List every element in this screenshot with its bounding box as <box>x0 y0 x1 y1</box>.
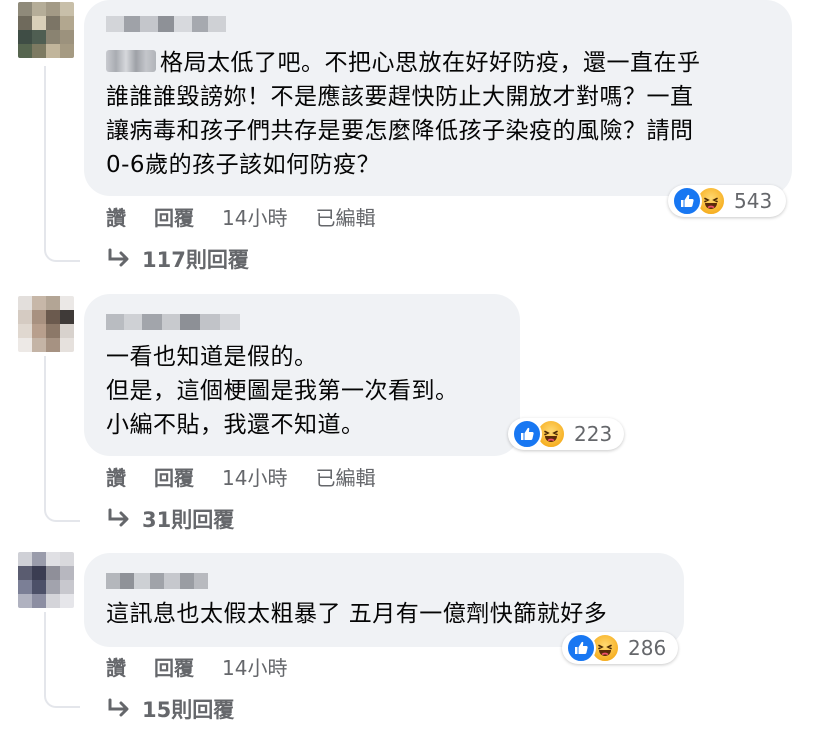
replies-count: 31則回覆 <box>142 508 235 532</box>
thread-line <box>44 356 46 506</box>
thumbs-up-icon <box>566 633 596 663</box>
edited-label: 已編輯 <box>315 466 376 490</box>
avatar[interactable] <box>18 2 74 58</box>
reaction-count: 223 <box>574 422 613 446</box>
timestamp[interactable]: 14小時 <box>222 202 287 231</box>
replies-count: 15則回覆 <box>142 698 235 722</box>
reply-action[interactable]: 回覆 <box>154 202 194 231</box>
comment-actions: 讚 回覆 14小時 <box>106 652 315 681</box>
reply-action[interactable]: 回覆 <box>154 462 194 491</box>
reactions-summary[interactable]: 286 <box>562 632 678 664</box>
comment-line: 小編不貼，我還不知道。 <box>106 412 365 438</box>
thumbs-up-icon <box>512 419 542 449</box>
reply-action[interactable]: 回覆 <box>154 652 194 681</box>
reactions-summary[interactable]: 543 <box>668 185 786 217</box>
thread-connector <box>44 506 80 522</box>
comment-actions: 讚 回覆 14小時 已編輯 <box>106 202 403 231</box>
view-replies-link[interactable]: 117則回覆 <box>106 244 249 274</box>
commenter-name[interactable] <box>106 16 226 32</box>
comment-text: 這訊息也太假太粗暴了 五月有一億劑快篩就好多 <box>106 597 607 631</box>
like-action[interactable]: 讚 <box>106 462 126 491</box>
reply-arrow-icon <box>108 508 129 527</box>
comment-text: 格局太低了吧。不把心思放在好好防疫，還一直在乎 誰誰誰毀謗妳！不是應該要趕快防止… <box>106 46 701 182</box>
view-replies-link[interactable]: 15則回覆 <box>106 694 234 724</box>
comment-actions: 讚 回覆 14小時 已編輯 <box>106 462 403 491</box>
avatar[interactable] <box>18 296 74 352</box>
comment-line: 0-6歲的孩子該如何防疫？ <box>106 152 381 178</box>
blurred-mention <box>106 50 156 72</box>
replies-count: 117則回覆 <box>142 248 249 272</box>
comment-text: 一看也知道是假的。 但是，這個梗圖是我第一次看到。 小編不貼，我還不知道。 <box>106 340 459 442</box>
comment-line: 一看也知道是假的。 <box>106 344 318 370</box>
view-replies-link[interactable]: 31則回覆 <box>106 504 234 534</box>
timestamp[interactable]: 14小時 <box>222 652 287 681</box>
edited-label: 已編輯 <box>315 206 376 230</box>
timestamp[interactable]: 14小時 <box>222 462 287 491</box>
reaction-count: 286 <box>628 636 667 660</box>
thumbs-up-icon <box>672 186 702 216</box>
comment-line: 但是，這個梗圖是我第一次看到。 <box>106 378 459 404</box>
reactions-summary[interactable]: 223 <box>508 418 624 450</box>
comment-bubble: 一看也知道是假的。 但是，這個梗圖是我第一次看到。 小編不貼，我還不知道。 <box>84 294 520 456</box>
comment-line: 格局太低了吧。不把心思放在好好防疫，還一直在乎 <box>160 50 701 76</box>
comment-bubble: 格局太低了吧。不把心思放在好好防疫，還一直在乎 誰誰誰毀謗妳！不是應該要趕快防止… <box>84 0 792 196</box>
comment-line: 誰誰誰毀謗妳！不是應該要趕快防止大開放才對嗎？一直 <box>106 84 694 110</box>
thread-line <box>44 612 46 692</box>
avatar[interactable] <box>18 552 74 608</box>
reaction-count: 543 <box>734 189 773 213</box>
thread-line <box>44 66 46 246</box>
thread-connector <box>44 692 80 708</box>
reply-arrow-icon <box>108 698 129 717</box>
reply-arrow-icon <box>108 248 129 267</box>
comment-line: 讓病毒和孩子們共存是要怎麼降低孩子染疫的風險？請問 <box>106 118 694 144</box>
commenter-name[interactable] <box>106 314 240 330</box>
like-action[interactable]: 讚 <box>106 202 126 231</box>
thread-connector <box>44 246 80 262</box>
commenter-name[interactable] <box>106 573 208 589</box>
comment-line: 這訊息也太假太粗暴了 五月有一億劑快篩就好多 <box>106 601 608 627</box>
like-action[interactable]: 讚 <box>106 652 126 681</box>
